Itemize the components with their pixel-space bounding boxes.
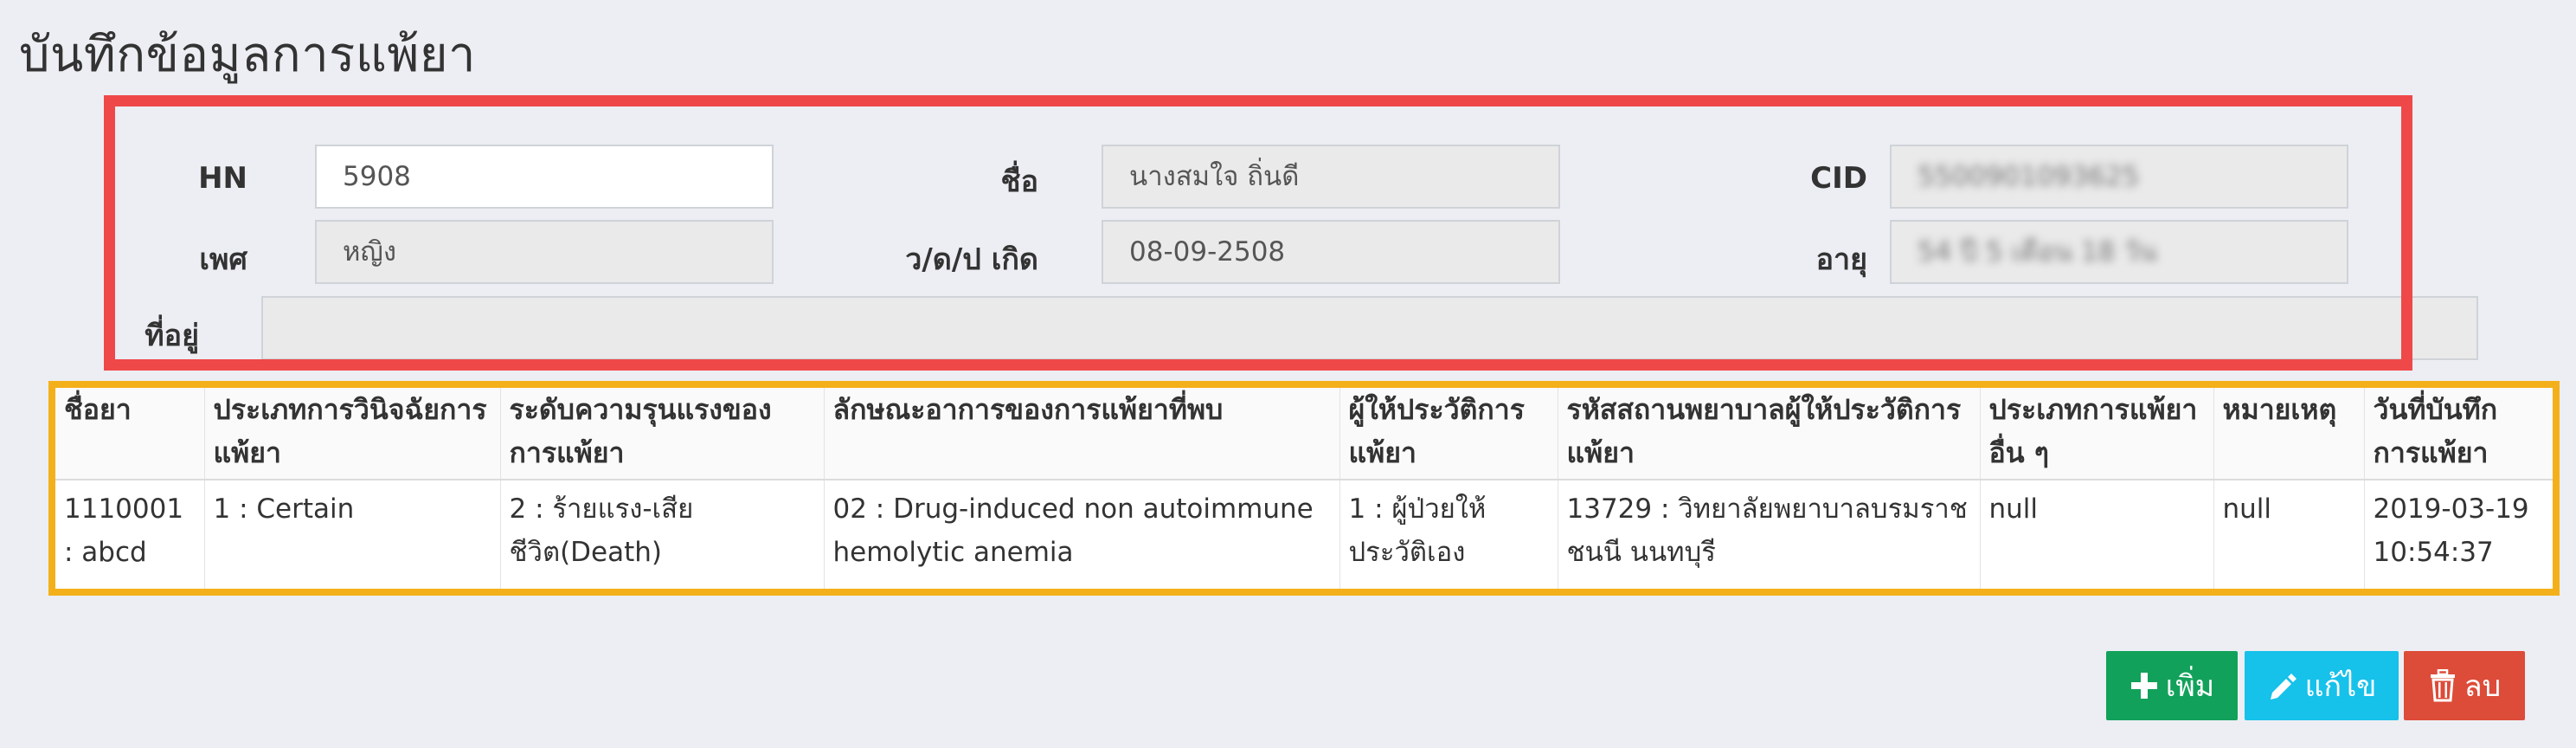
add-button-label: เพิ่ม [2165, 670, 2215, 703]
trash-icon [2428, 669, 2457, 702]
pencil-icon [2267, 670, 2298, 701]
page-title: บันทึกข้อมูลการแพ้ยา [19, 27, 476, 83]
plus-icon [2130, 671, 2159, 700]
delete-button-label: ลบ [2464, 670, 2502, 703]
highlight-box-patient-info [104, 95, 2412, 371]
edit-button-label: แก้ไข [2304, 670, 2377, 703]
delete-button[interactable]: ลบ [2404, 651, 2525, 720]
add-button[interactable]: เพิ่ม [2106, 651, 2238, 720]
edit-button[interactable]: แก้ไข [2245, 651, 2399, 720]
highlight-box-allergy-table [48, 381, 2560, 596]
